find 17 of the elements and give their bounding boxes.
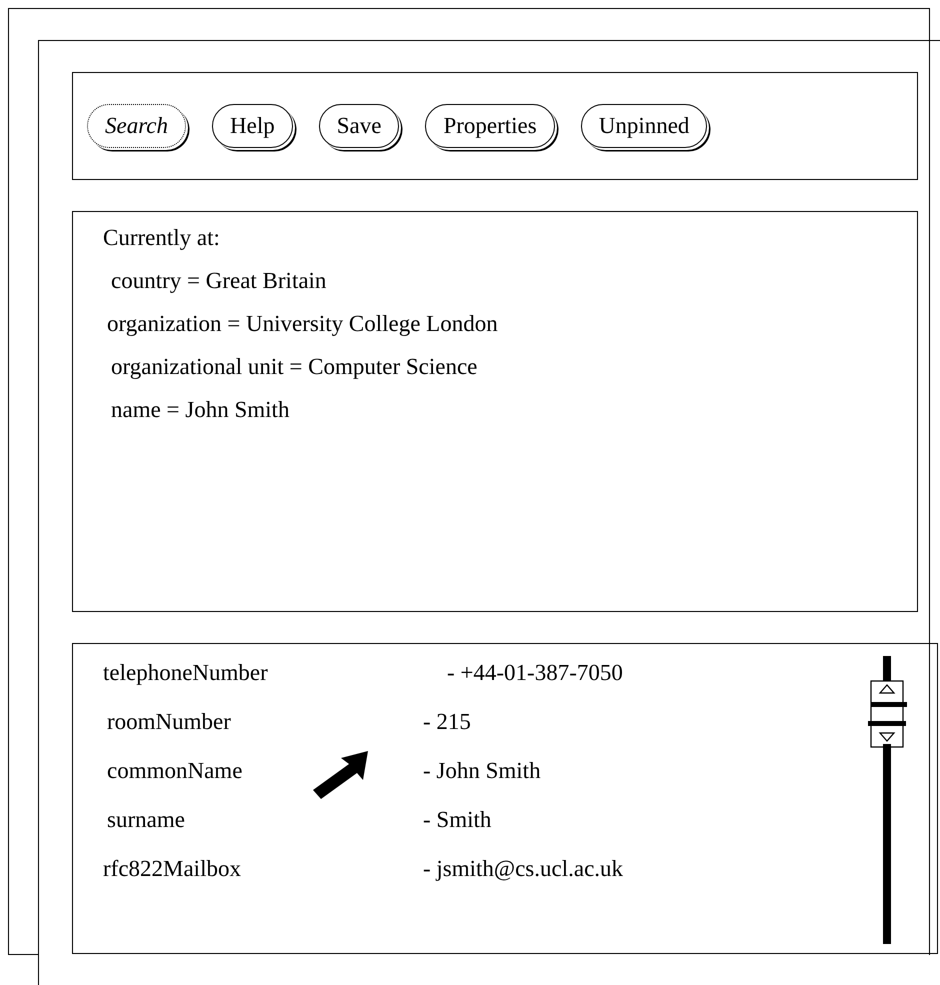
attribute-name: rfc822Mailbox [103,855,241,883]
attribute-value: - +44-01-387-7050 [446,659,623,687]
attribute-name: surname [106,806,185,834]
attribute-name: commonName [106,757,242,785]
attribute-name: telephoneNumber [103,659,268,687]
attribute-name: roomNumber [106,708,231,736]
location-line: organization = University College London [106,310,499,338]
attribute-value: - jsmith@cs.ucl.ac.uk [423,855,624,883]
location-heading: Currently at: [103,224,221,252]
location-line: name = John Smith [110,396,290,424]
attribute-value: - John Smith [423,757,541,785]
pointer-icon [311,750,369,800]
location-line: country = Great Britain [110,267,328,295]
attribute-value: - 215 [423,708,471,736]
scrollbar[interactable] [867,656,907,946]
location-line: organizational unit = Computer Science [110,353,478,381]
attribute-value: - Smith [423,806,492,834]
